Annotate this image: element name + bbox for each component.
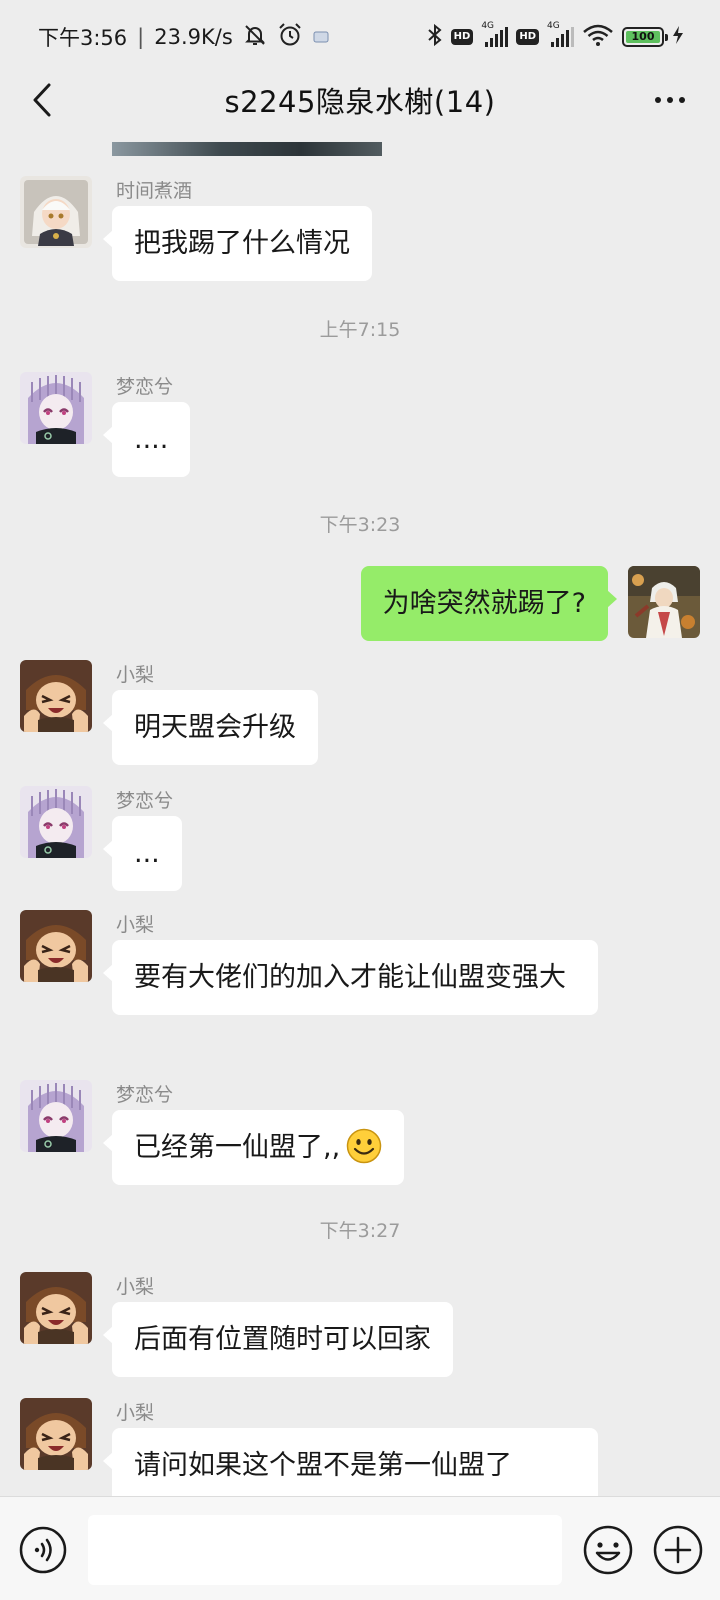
network-type-2: 4G (547, 21, 560, 31)
back-arrow-icon (33, 83, 51, 117)
message-bubble[interactable]: ... (103, 816, 182, 892)
timestamp: 下午3:27 (319, 1220, 401, 1242)
voice-button[interactable] (18, 1525, 68, 1575)
battery-level: 100 (626, 31, 660, 43)
back-button[interactable] (22, 80, 62, 120)
timestamp: 上午7:15 (319, 319, 401, 341)
more-dots-icon (655, 97, 685, 103)
emoji-button[interactable] (582, 1524, 634, 1576)
battery-icon: 100 (622, 27, 668, 47)
avatar[interactable] (20, 1272, 92, 1344)
avatar[interactable] (20, 910, 92, 982)
sender-name: 时间煮酒 (116, 180, 193, 202)
message-input[interactable] (88, 1515, 562, 1585)
status-divider: | (137, 25, 145, 49)
message-bubble-self[interactable]: 为啥突然就踢了? (360, 566, 618, 642)
status-bar: 下午3:56 | 23.9K/s HD 4G HD 4G 100 (0, 0, 720, 74)
message-bubble[interactable]: 明天盟会升级 (103, 690, 318, 766)
signal-icon-2: 4G (547, 21, 574, 47)
wifi-icon (582, 23, 614, 52)
alarm-icon (277, 22, 303, 53)
hd-badge-1: HD (450, 29, 474, 45)
chat-history[interactable]: 时间煮酒 把我踢了什么情况 上午7:15 梦恋兮 .... 下午3:23 为啥突… (0, 130, 720, 1496)
emoji-icon (583, 1525, 633, 1575)
avatar[interactable] (20, 660, 92, 732)
status-right: HD 4G HD 4G 100 (427, 21, 684, 52)
message-bubble[interactable]: 后面有位置随时可以回家 (103, 1302, 453, 1378)
bell-off-icon (243, 23, 267, 52)
avatar[interactable] (20, 372, 92, 444)
message-bubble[interactable]: 请问如果这个盟不是第一仙盟了 (103, 1428, 598, 1496)
sender-name: 梦恋兮 (116, 790, 174, 812)
bluetooth-icon (427, 23, 443, 52)
sender-name: 梦恋兮 (116, 376, 174, 398)
notification-icon (313, 25, 329, 49)
sender-name: 小梨 (116, 1276, 155, 1298)
message-text: 已经第一仙盟了,, (134, 1132, 341, 1163)
smile-emoji-icon (346, 1128, 382, 1163)
avatar[interactable] (20, 176, 92, 248)
signal-icon-1: 4G (481, 21, 509, 47)
plus-icon (653, 1525, 703, 1575)
network-type-1: 4G (481, 21, 495, 31)
message-bubble[interactable]: 要有大佬们的加入才能让仙盟变强大 (103, 940, 598, 1016)
sender-name: 梦恋兮 (116, 1084, 174, 1106)
plus-button[interactable] (652, 1524, 704, 1576)
image-message-partial[interactable] (112, 142, 382, 156)
avatar-self[interactable] (628, 566, 700, 638)
sender-name: 小梨 (116, 1402, 155, 1424)
network-speed: 23.9K/s (154, 25, 233, 49)
message-bubble[interactable]: 把我踢了什么情况 (103, 206, 372, 282)
avatar[interactable] (20, 1080, 92, 1152)
hd-badge-2: HD (516, 29, 539, 45)
avatar[interactable] (20, 1398, 92, 1470)
status-left: 下午3:56 | 23.9K/s (38, 22, 329, 53)
chat-title: s2245隐泉水榭(14) (224, 85, 496, 119)
avatar[interactable] (20, 786, 92, 858)
sender-name: 小梨 (116, 664, 155, 686)
input-bar (0, 1496, 720, 1600)
more-button[interactable] (646, 80, 694, 120)
charging-icon (672, 25, 684, 50)
chat-header: s2245隐泉水榭(14) (0, 74, 720, 126)
voice-icon (19, 1526, 67, 1574)
message-bubble[interactable]: .... (102, 402, 191, 478)
status-time: 下午3:56 (38, 26, 128, 50)
sender-name: 小梨 (116, 914, 155, 936)
message-bubble[interactable]: 已经第一仙盟了,, (102, 1110, 405, 1186)
timestamp: 下午3:23 (319, 514, 401, 536)
